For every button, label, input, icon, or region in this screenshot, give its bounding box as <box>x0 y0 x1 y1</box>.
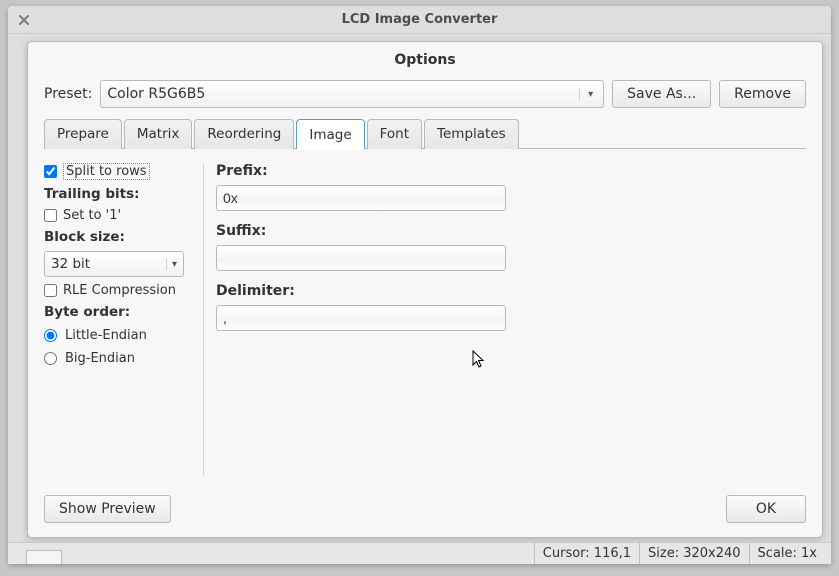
preset-label: Preset: <box>44 86 92 102</box>
left-column: Split to rows Trailing bits: Set to '1' … <box>44 163 204 475</box>
big-endian-label: Big-Endian <box>65 351 135 366</box>
remove-button[interactable]: Remove <box>719 80 806 108</box>
prefix-input[interactable] <box>216 185 506 211</box>
byte-order-label: Byte order: <box>44 304 195 320</box>
block-size-label: Block size: <box>44 229 195 245</box>
window-title: LCD Image Converter <box>8 12 831 27</box>
status-size: Size: 320x240 <box>639 543 749 564</box>
block-size-select[interactable]: 32 bit ▾ <box>44 251 184 277</box>
ok-button[interactable]: OK <box>726 495 806 523</box>
rle-label: RLE Compression <box>63 283 176 298</box>
tab-prepare[interactable]: Prepare <box>44 119 122 149</box>
tabbar: Prepare Matrix Reordering Image Font Tem… <box>44 118 806 149</box>
close-icon[interactable] <box>14 10 34 30</box>
save-as-button[interactable]: Save As... <box>612 80 711 108</box>
tab-font[interactable]: Font <box>367 119 422 149</box>
main-window: LCD Image Converter Options Preset: Colo… <box>8 6 831 564</box>
block-size-value: 32 bit <box>51 256 90 272</box>
right-column: Prefix: Suffix: Delimiter: <box>204 163 806 475</box>
document-tab-stub[interactable] <box>26 550 62 564</box>
split-to-rows-checkbox[interactable] <box>44 165 57 178</box>
options-dialog: Options Preset: Color R5G6B5 ▾ Save As..… <box>27 41 823 538</box>
split-to-rows-label: Split to rows <box>63 163 150 180</box>
show-preview-button[interactable]: Show Preview <box>44 495 171 523</box>
rle-checkbox[interactable] <box>44 284 57 297</box>
suffix-label: Suffix: <box>216 223 806 239</box>
set-to-1-label: Set to '1' <box>63 208 121 223</box>
prefix-label: Prefix: <box>216 163 806 179</box>
trailing-bits-label: Trailing bits: <box>44 186 195 202</box>
delimiter-label: Delimiter: <box>216 283 806 299</box>
chevron-down-icon: ▾ <box>166 259 177 270</box>
dialog-footer: Show Preview OK <box>28 485 822 537</box>
set-to-1-checkbox[interactable] <box>44 209 57 222</box>
preset-select[interactable]: Color R5G6B5 ▾ <box>100 80 604 108</box>
tab-matrix[interactable]: Matrix <box>124 119 193 149</box>
titlebar: LCD Image Converter <box>8 6 831 34</box>
chevron-down-icon: ▾ <box>579 89 597 100</box>
tab-reordering[interactable]: Reordering <box>194 119 294 149</box>
little-endian-radio[interactable] <box>44 329 57 342</box>
little-endian-label: Little-Endian <box>65 328 147 343</box>
status-cursor: Cursor: 116,1 <box>534 543 639 564</box>
preset-row: Preset: Color R5G6B5 ▾ Save As... Remove <box>28 80 822 118</box>
delimiter-input[interactable] <box>216 305 506 331</box>
tab-image[interactable]: Image <box>296 119 364 149</box>
preset-value: Color R5G6B5 <box>107 86 205 102</box>
tab-content: Split to rows Trailing bits: Set to '1' … <box>28 149 822 485</box>
status-scale: Scale: 1x <box>749 543 825 564</box>
suffix-input[interactable] <box>216 245 506 271</box>
statusbar: Cursor: 116,1 Size: 320x240 Scale: 1x <box>8 542 831 564</box>
big-endian-radio[interactable] <box>44 352 57 365</box>
dialog-title: Options <box>28 42 822 80</box>
tab-templates[interactable]: Templates <box>424 119 519 149</box>
